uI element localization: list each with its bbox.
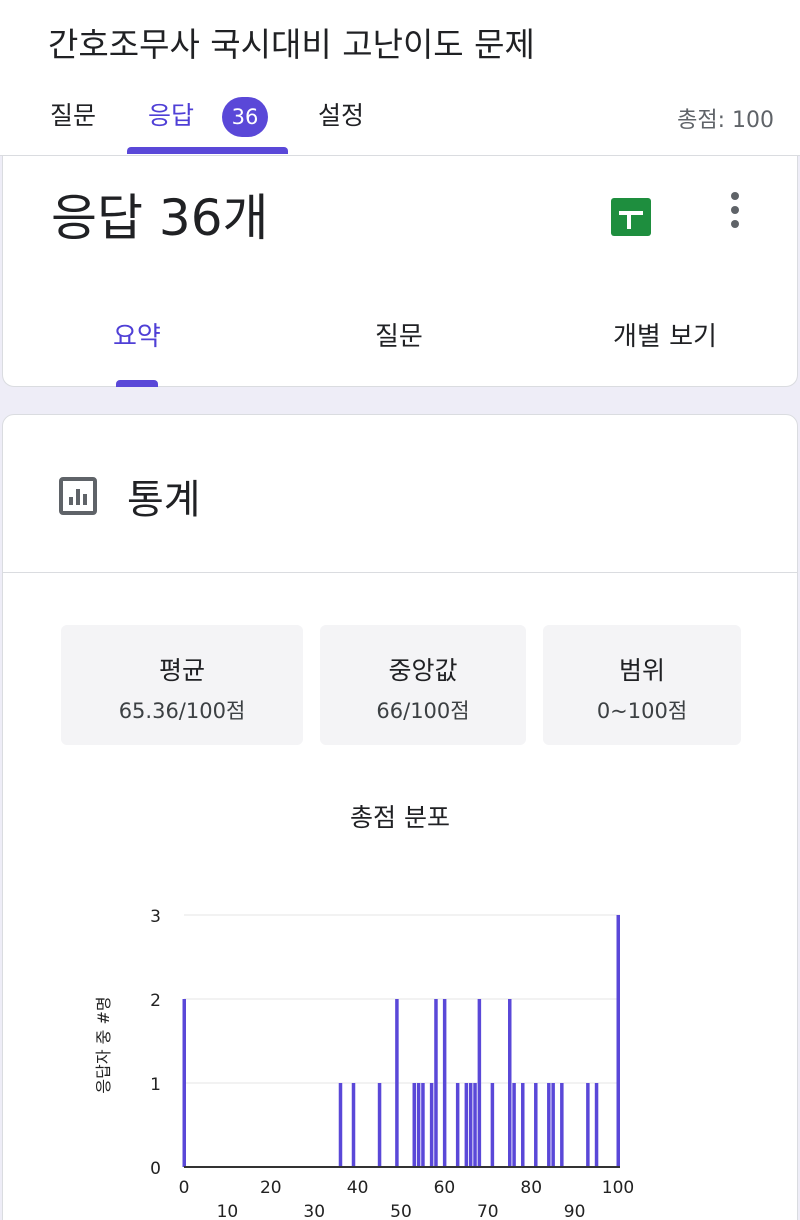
y-tick-label: 3 (150, 907, 161, 927)
x-tick-label: 80 (520, 1178, 542, 1198)
bar (442, 999, 447, 1167)
statistics-card: 통계 평균 65.36/100점 중앙값 66/100점 범위 0~100점 총… (2, 414, 798, 1220)
subtab-question[interactable]: 질문 (375, 316, 423, 353)
response-count-badge: 36 (222, 97, 268, 137)
bar (477, 999, 482, 1167)
bar (351, 1083, 356, 1167)
bar (616, 915, 620, 1167)
subtab-summary[interactable]: 요약 (113, 316, 161, 353)
bar (182, 999, 186, 1167)
bar (429, 1083, 434, 1167)
x-tick-label: 70 (477, 1202, 499, 1220)
score-distribution-chart: 01230 20 40 60 80 10010 30 50 70 90응답자 중 #명 (94, 907, 634, 1220)
bar (455, 1083, 460, 1167)
bar (594, 1083, 599, 1167)
bar (490, 1083, 495, 1167)
x-tick-label: 0 (179, 1178, 190, 1198)
bar (434, 999, 438, 1167)
bar (412, 1083, 417, 1167)
form-title: 간호조무사 국시대비 고난이도 문제 (48, 25, 535, 64)
bar (560, 1083, 564, 1167)
bar (416, 1083, 421, 1167)
bar (338, 1083, 343, 1167)
bar (521, 1083, 525, 1167)
bar (534, 1083, 538, 1167)
bar (547, 1083, 551, 1167)
bar (377, 1083, 382, 1167)
x-tick-label: 10 (217, 1202, 239, 1220)
x-tick-label: 60 (434, 1178, 456, 1198)
bar (473, 1083, 477, 1167)
x-tick-label: 90 (564, 1202, 586, 1220)
total-points: 총점: 100 (677, 108, 774, 133)
responses-card: 응답 36개 요약 질문 개별 보기 (2, 156, 798, 387)
subtab-individual[interactable]: 개별 보기 (613, 316, 717, 353)
bar (464, 1083, 469, 1167)
x-tick-label: 40 (347, 1178, 369, 1198)
tab-responses[interactable]: 응답 (148, 88, 194, 146)
top-bar: 간호조무사 국시대비 고난이도 문제 질문 응답 36 설정 총점: 100 (0, 0, 800, 156)
bar (468, 1083, 473, 1167)
x-tick-label: 20 (260, 1178, 282, 1198)
y-tick-label: 0 (150, 1159, 161, 1179)
active-tab-indicator (127, 147, 288, 154)
tab-settings[interactable]: 설정 (318, 88, 364, 146)
google-sheets-icon[interactable] (611, 198, 651, 236)
tab-questions[interactable]: 질문 (50, 88, 96, 146)
bar (508, 999, 512, 1167)
bar (512, 1083, 516, 1167)
x-tick-label: 100 (602, 1178, 634, 1198)
bar (395, 999, 399, 1167)
x-tick-label: 30 (303, 1202, 325, 1220)
bar (421, 1083, 425, 1167)
bar (586, 1083, 590, 1167)
y-axis-label: 응답자 중 #명 (94, 996, 113, 1093)
y-tick-label: 2 (150, 991, 161, 1011)
bar (551, 1083, 555, 1167)
responses-title: 응답 36개 (51, 189, 269, 247)
y-tick-label: 1 (150, 1075, 161, 1095)
active-subtab-indicator (116, 380, 158, 387)
x-tick-label: 50 (390, 1202, 412, 1220)
main-tabs: 질문 응답 36 설정 총점: 100 (0, 88, 800, 156)
more-vert-icon[interactable] (721, 192, 749, 232)
